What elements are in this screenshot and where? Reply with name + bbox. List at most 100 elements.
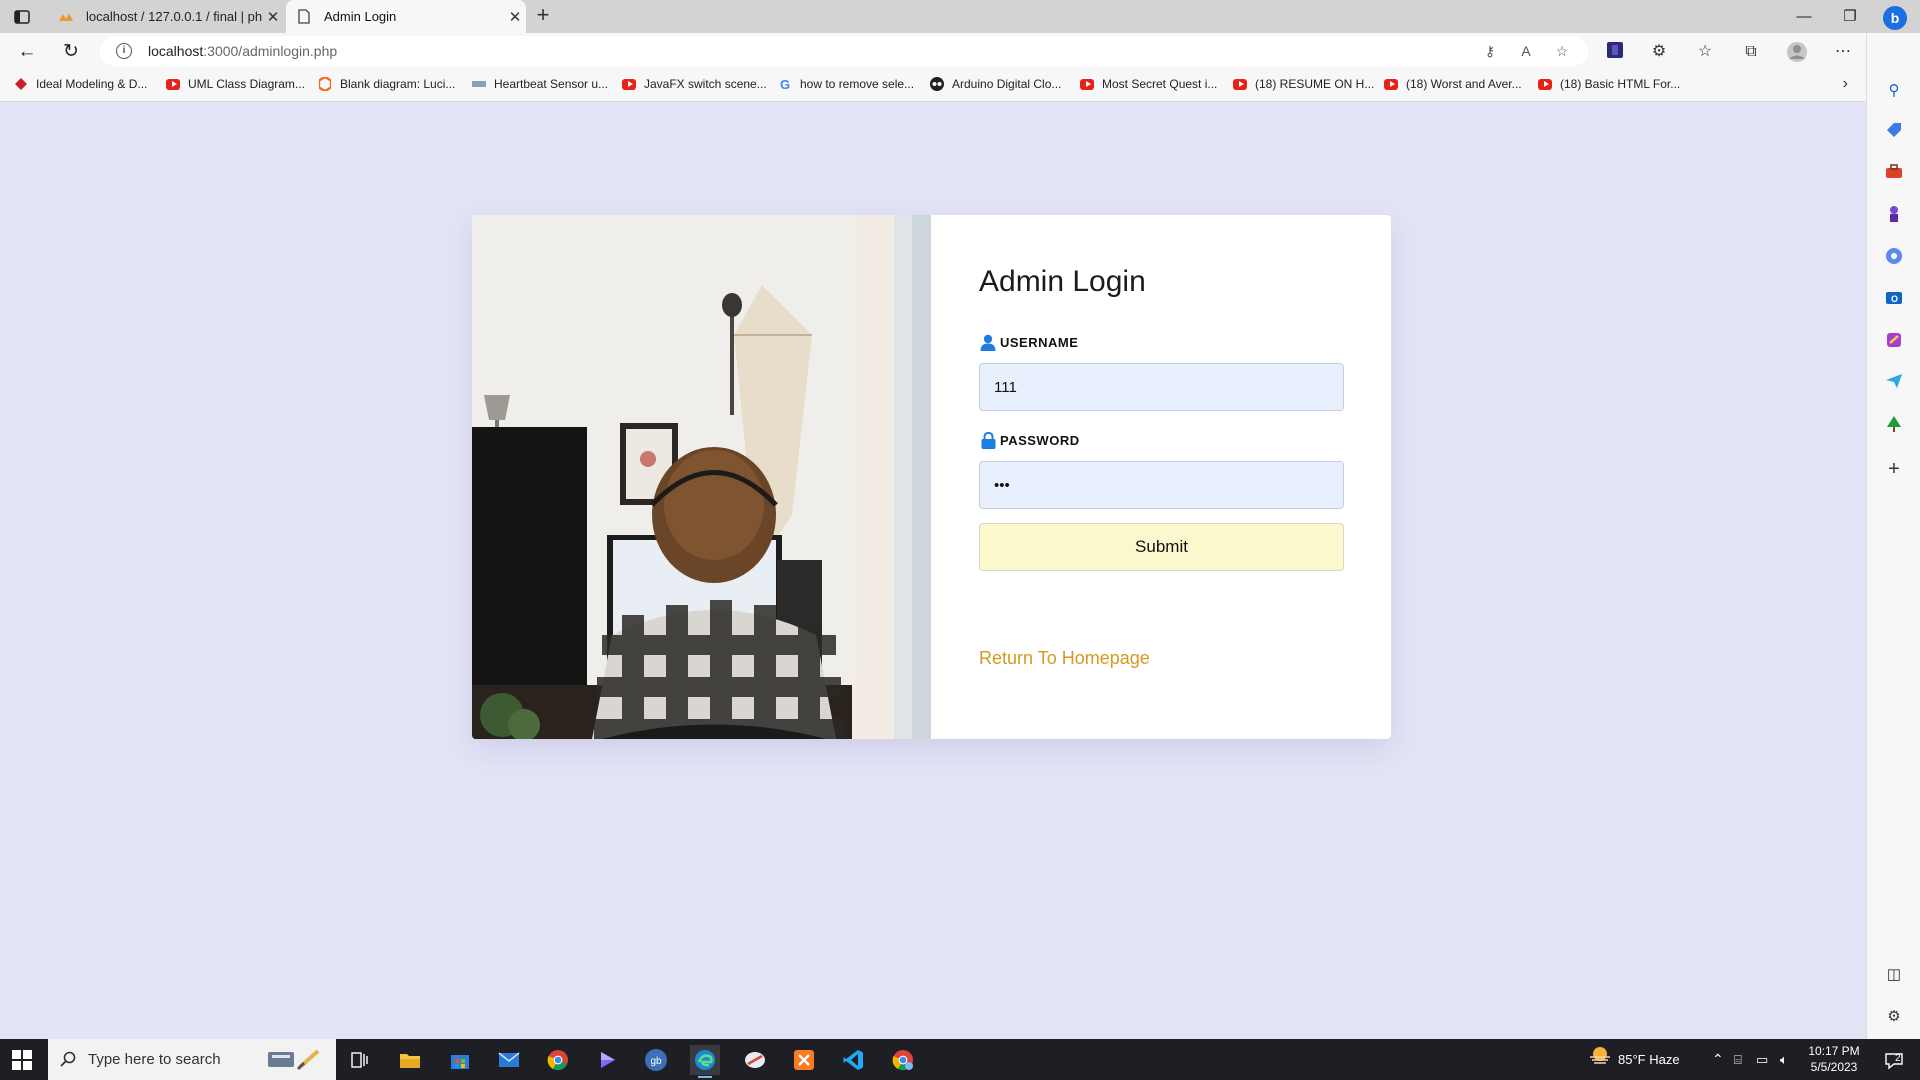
youtube-icon xyxy=(1080,77,1094,91)
bookmark-item[interactable]: JavaFX switch scene... xyxy=(622,77,767,91)
edge-browser-icon[interactable] xyxy=(690,1045,720,1078)
search-icon[interactable]: ⚲ xyxy=(1882,79,1906,103)
username-label: USERNAME xyxy=(979,333,1078,351)
send-icon[interactable] xyxy=(1882,373,1906,397)
back-icon[interactable]: ← xyxy=(14,39,40,65)
collections-icon[interactable]: ⧉ xyxy=(1740,41,1762,63)
sun-haze-icon xyxy=(1588,1040,1612,1080)
system-clock[interactable]: 10:17 PM 5/5/2023 xyxy=(1800,1043,1868,1075)
user-icon xyxy=(979,333,997,351)
bookmark-item[interactable]: Ideal Modeling & D... xyxy=(14,77,147,91)
youtube-icon xyxy=(166,77,180,91)
tree-icon[interactable] xyxy=(1882,415,1906,439)
search-icon xyxy=(60,1051,76,1072)
tab-bar: localhost / 127.0.0.1 / final | phpM ✕ A… xyxy=(0,0,1920,33)
page-title: Admin Login xyxy=(979,265,1146,298)
tab-title: localhost / 127.0.0.1 / final | phpM xyxy=(86,9,262,24)
url-text[interactable]: localhost:3000/adminlogin.php xyxy=(148,43,337,59)
bookmark-item[interactable]: UML Class Diagram... xyxy=(166,77,305,91)
chevron-right-icon[interactable]: › xyxy=(1843,75,1848,93)
close-tab-icon[interactable]: ✕ xyxy=(504,8,526,26)
read-aloud-icon[interactable]: A xyxy=(1516,41,1536,61)
youtube-icon xyxy=(1384,77,1398,91)
app-circle-icon[interactable]: gb xyxy=(641,1045,671,1075)
site-icon xyxy=(472,77,486,91)
edge-sidebar: b ⚲ O + ◫ ⚙ xyxy=(1866,6,1920,1039)
bookmark-item[interactable]: (18) Worst and Aver... xyxy=(1384,77,1522,91)
task-view-icon[interactable] xyxy=(345,1045,375,1075)
restore-icon[interactable]: ❐ xyxy=(1828,0,1872,33)
search-highlight-icon xyxy=(264,1047,324,1071)
refresh-icon[interactable]: ↻ xyxy=(58,39,84,65)
page-icon xyxy=(296,9,312,25)
add-favorite-icon[interactable]: ☆ xyxy=(1552,41,1572,61)
tools-icon[interactable] xyxy=(1882,163,1906,187)
vscode-icon[interactable] xyxy=(838,1045,868,1075)
youtube-icon xyxy=(1233,77,1247,91)
windows-start-icon[interactable] xyxy=(12,1050,32,1070)
settings-gear-icon[interactable]: ⚙ xyxy=(1882,1005,1906,1029)
notification-count: 2 xyxy=(1895,1053,1901,1064)
chrome-icon[interactable] xyxy=(543,1045,573,1075)
designer-icon[interactable] xyxy=(1882,331,1906,355)
bookmarks-bar: Ideal Modeling & D... UML Class Diagram.… xyxy=(0,69,1866,102)
instructables-icon xyxy=(930,77,944,91)
more-menu-icon[interactable]: ⋯ xyxy=(1832,41,1854,63)
weather-widget[interactable]: 85°F Haze xyxy=(1588,1039,1680,1080)
new-tab-button[interactable]: + xyxy=(530,3,556,29)
bing-copilot-icon[interactable]: b xyxy=(1882,5,1907,30)
tab-admin-login[interactable]: Admin Login ✕ xyxy=(286,0,526,33)
login-photo xyxy=(472,215,931,739)
network-icon[interactable]: ▭ xyxy=(1756,1039,1768,1080)
site-info-icon[interactable]: i xyxy=(116,43,132,59)
chevron-up-icon[interactable]: ⌃ xyxy=(1712,1039,1724,1080)
phpmyadmin-icon xyxy=(58,9,74,25)
tab-title: Admin Login xyxy=(324,9,397,24)
microsoft-store-icon[interactable] xyxy=(445,1045,475,1075)
bookmark-item[interactable]: G how to remove sele... xyxy=(778,77,914,92)
media-player-icon[interactable] xyxy=(592,1045,622,1075)
chrome-profile-icon[interactable] xyxy=(888,1045,918,1075)
lucidchart-icon xyxy=(318,77,332,91)
username-field[interactable] xyxy=(979,363,1344,411)
add-icon[interactable]: + xyxy=(1882,457,1906,481)
return-homepage-link[interactable]: Return To Homepage xyxy=(979,648,1150,669)
address-bar[interactable]: i localhost:3000/adminlogin.php ⚷ A ☆ xyxy=(100,36,1588,66)
games-icon[interactable] xyxy=(1882,205,1906,229)
tab-actions-icon[interactable] xyxy=(12,7,32,27)
svg-text:O: O xyxy=(1891,294,1898,304)
password-key-icon[interactable]: ⚷ xyxy=(1480,41,1500,61)
lock-icon xyxy=(979,431,997,449)
profile-avatar-icon[interactable] xyxy=(1786,41,1808,63)
close-tab-icon[interactable]: ✕ xyxy=(262,8,284,26)
login-form: Admin Login USERNAME PASSWORD Submit Ret… xyxy=(931,215,1391,739)
tab-phpmyadmin[interactable]: localhost / 127.0.0.1 / final | phpM ✕ xyxy=(48,0,284,33)
bookmark-item[interactable]: Arduino Digital Clo... xyxy=(930,77,1061,91)
minimize-icon[interactable]: — xyxy=(1782,0,1826,33)
bookmark-item[interactable]: Blank diagram: Luci... xyxy=(318,77,455,91)
notification-icon[interactable]: 2 xyxy=(1880,1039,1908,1080)
svg-text:b: b xyxy=(1891,10,1900,26)
bookmark-item[interactable]: Heartbeat Sensor u... xyxy=(472,77,608,91)
bookmark-item[interactable]: Most Secret Quest i... xyxy=(1080,77,1217,91)
volume-icon[interactable]: 🔈︎ xyxy=(1780,1039,1788,1080)
taskbar-search-box[interactable]: Type here to search xyxy=(48,1039,336,1080)
file-explorer-icon[interactable] xyxy=(395,1045,425,1075)
shopping-tag-icon[interactable] xyxy=(1882,121,1906,145)
extensions-icon[interactable]: ⚙ xyxy=(1648,41,1670,63)
meet-now-icon[interactable]: ⌸ xyxy=(1734,1039,1742,1080)
bookmark-item[interactable]: (18) RESUME ON H... xyxy=(1233,77,1374,91)
snipping-tool-icon[interactable] xyxy=(740,1045,770,1075)
address-bar-row: ← ↻ i localhost:3000/adminlogin.php ⚷ A … xyxy=(0,33,1866,69)
mail-icon[interactable] xyxy=(494,1045,524,1075)
sidebar-toggle-icon[interactable]: ◫ xyxy=(1882,963,1906,987)
extension-icon[interactable] xyxy=(1604,41,1626,63)
favorites-icon[interactable]: ☆ xyxy=(1694,41,1716,63)
red-logo-icon xyxy=(14,77,28,91)
outlook-icon[interactable]: O xyxy=(1882,289,1906,313)
microsoft-365-icon[interactable] xyxy=(1882,247,1906,271)
bookmark-item[interactable]: (18) Basic HTML For... xyxy=(1538,77,1680,91)
password-field[interactable] xyxy=(979,461,1344,509)
xampp-icon[interactable] xyxy=(789,1045,819,1075)
submit-button[interactable]: Submit xyxy=(979,523,1344,571)
